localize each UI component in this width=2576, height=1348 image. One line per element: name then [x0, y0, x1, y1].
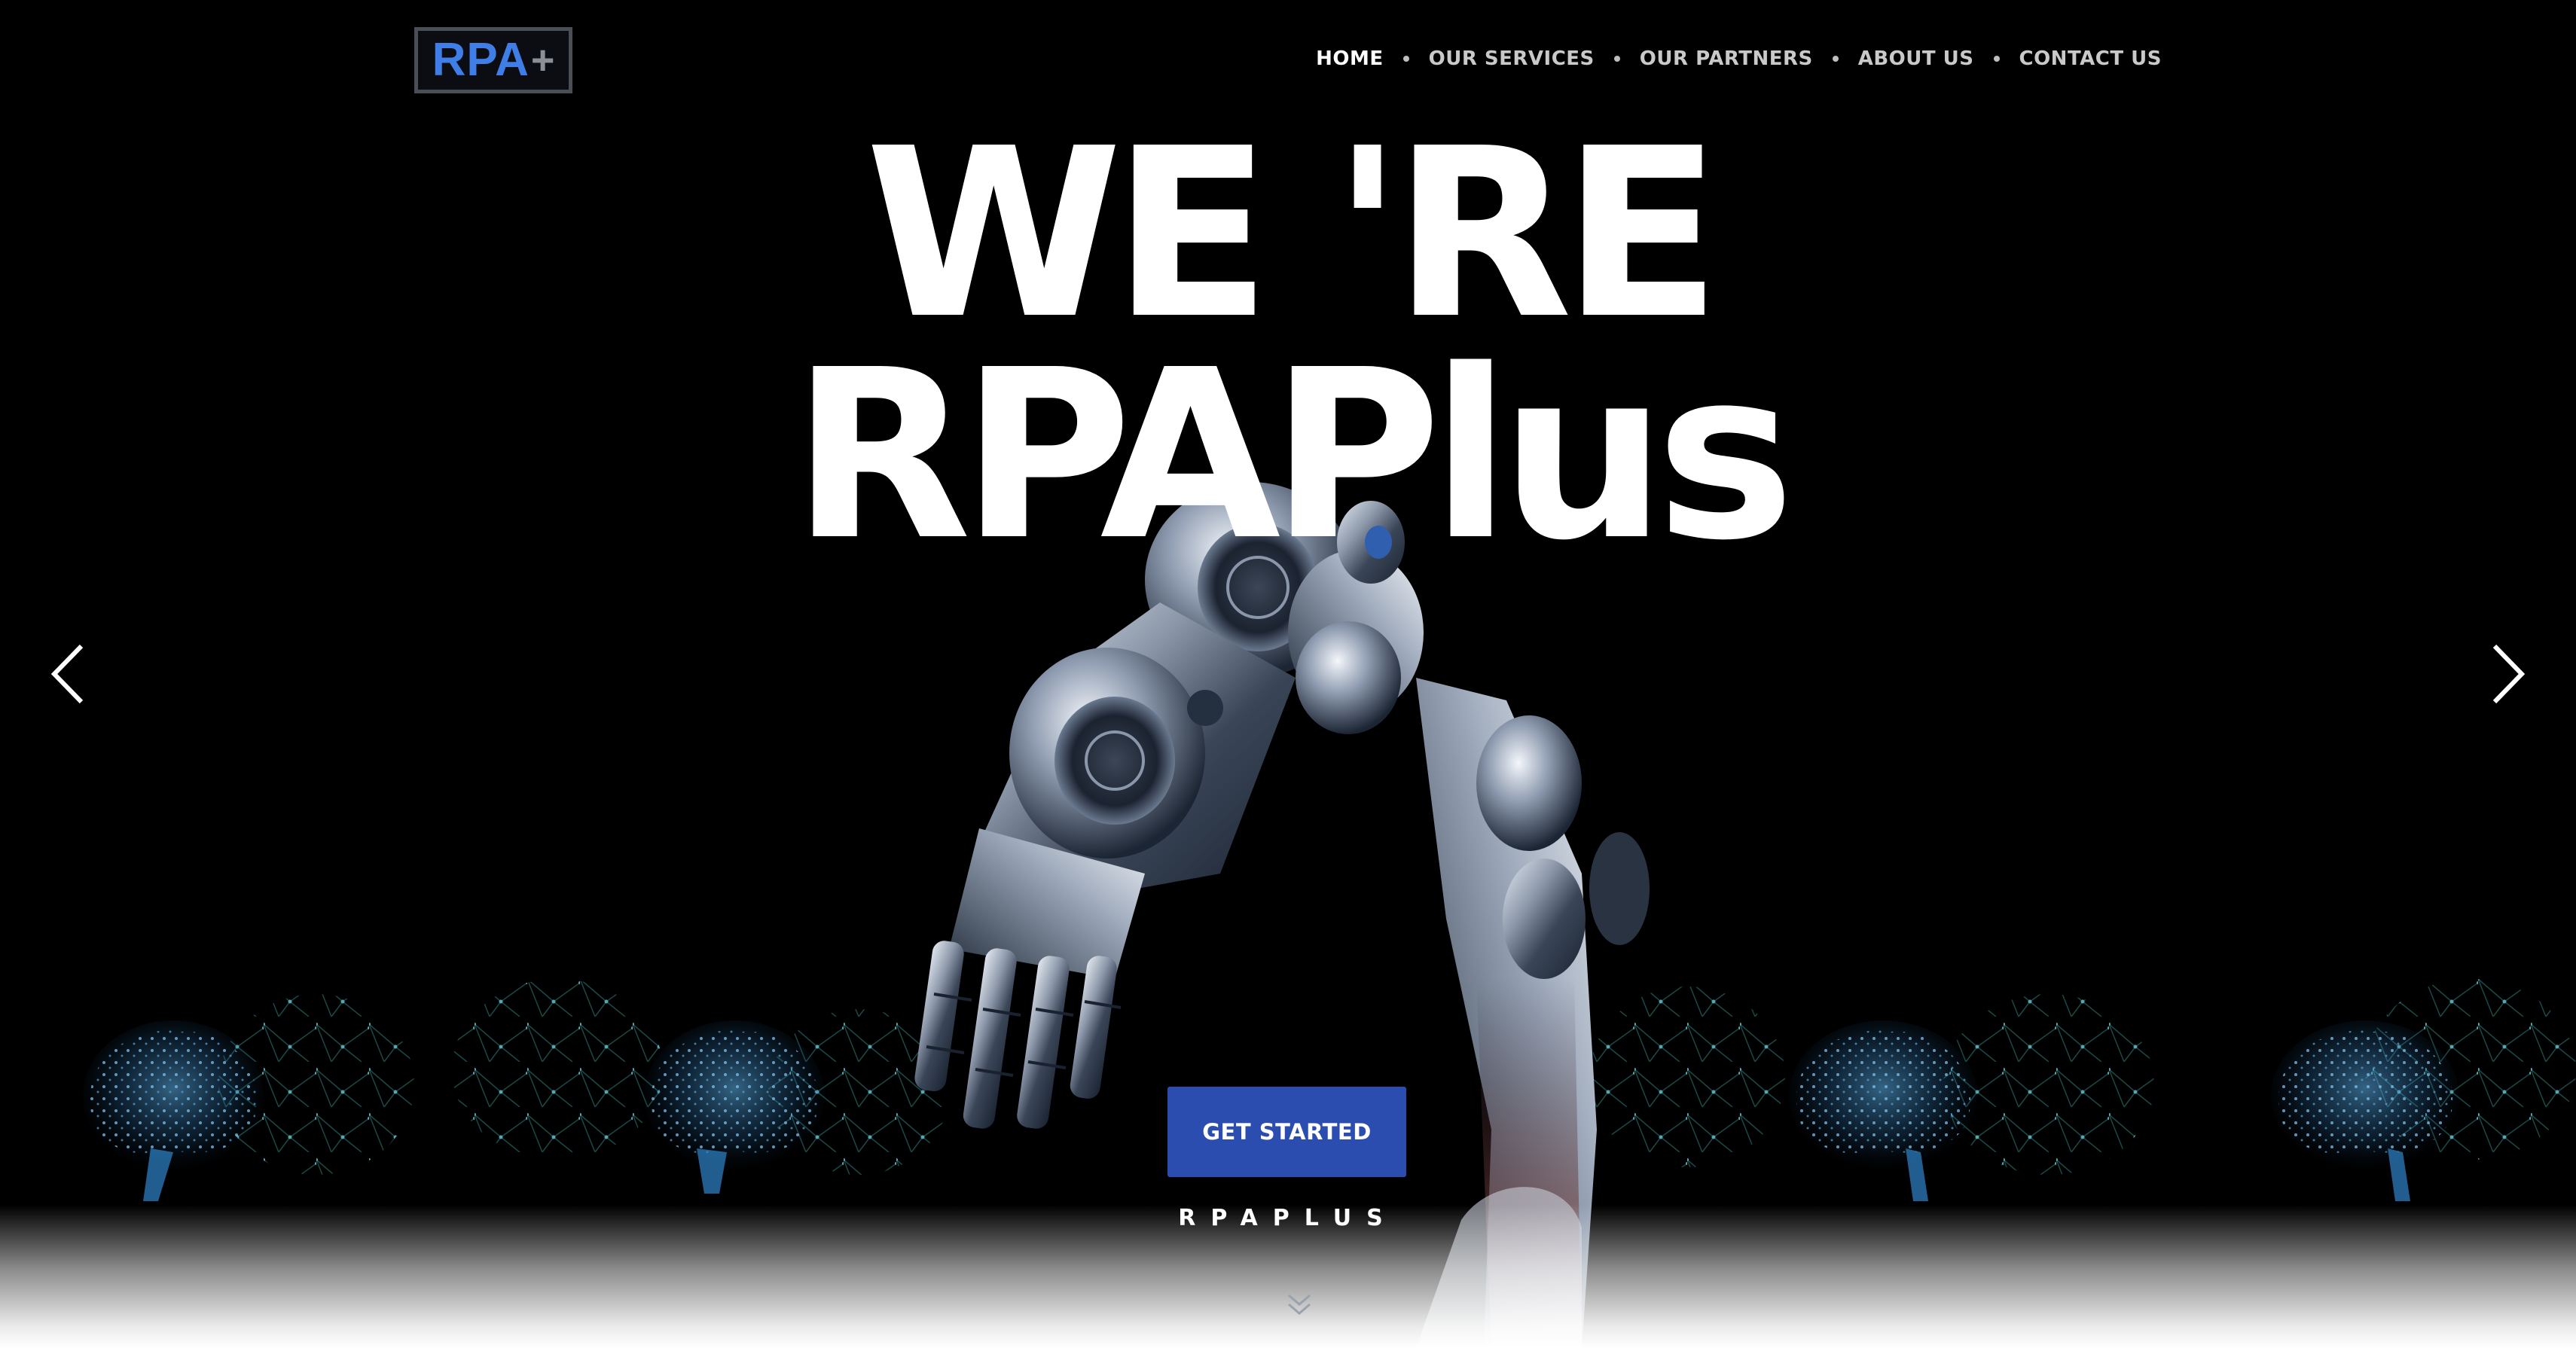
- nav-item-about-us[interactable]: ABOUT US: [1858, 47, 1974, 70]
- nav-separator: [1832, 56, 1839, 62]
- nav-item-our-services[interactable]: OUR SERVICES: [1429, 47, 1595, 70]
- chevron-left-icon[interactable]: [45, 640, 90, 708]
- get-started-button[interactable]: GET STARTED: [1167, 1087, 1406, 1177]
- logo-plus-symbol: +: [530, 38, 555, 83]
- nav-item-our-partners[interactable]: OUR PARTNERS: [1640, 47, 1813, 70]
- brand-tagline: RPAPLUS: [1178, 1205, 1398, 1231]
- nav-item-contact-us[interactable]: CONTACT US: [2019, 47, 2162, 70]
- nav-separator: [1402, 56, 1409, 62]
- robot-fingers: [914, 941, 1122, 1129]
- hero-headline: WE 'RE RPAPlus: [0, 99, 2576, 592]
- chevron-right-icon[interactable]: [2486, 640, 2531, 708]
- hero-slider: RPA + HOME OUR SERVICES OUR PARTNERS ABO…: [0, 0, 2576, 1348]
- headline-line-1: WE 'RE: [865, 99, 1721, 371]
- nav-item-home[interactable]: HOME: [1316, 47, 1384, 70]
- logo-text: RPA: [432, 34, 530, 86]
- nav-separator: [1613, 56, 1620, 62]
- site-logo[interactable]: RPA +: [414, 27, 572, 93]
- main-navigation: HOME OUR SERVICES OUR PARTNERS ABOUT US …: [1316, 42, 2162, 75]
- headline-line-2: RPAPlus: [791, 319, 1795, 592]
- nav-separator: [1993, 56, 2000, 62]
- double-chevron-down-icon[interactable]: [1284, 1289, 1314, 1319]
